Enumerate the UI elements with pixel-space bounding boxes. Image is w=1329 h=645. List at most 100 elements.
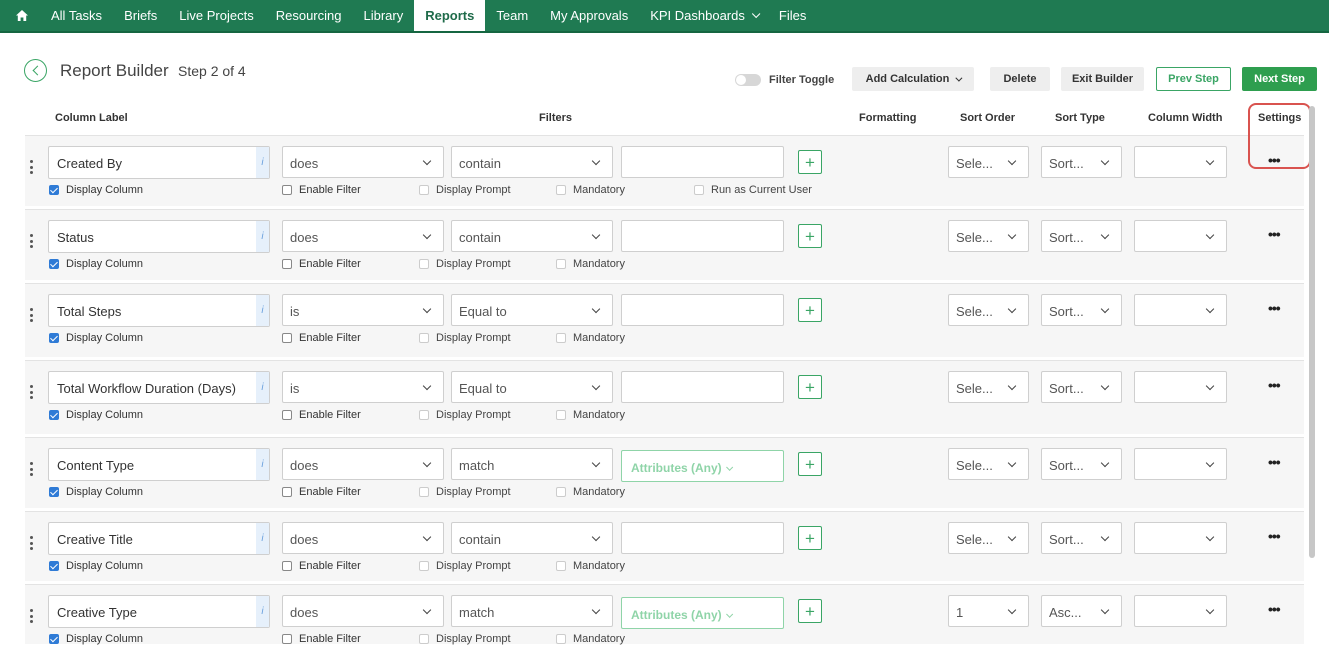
- sort-type-select[interactable]: Asc...: [1041, 595, 1122, 627]
- sort-type-select[interactable]: Sort...: [1041, 146, 1122, 178]
- next-step-button[interactable]: Next Step: [1242, 67, 1317, 91]
- sort-order-select[interactable]: 1: [948, 595, 1029, 627]
- column-width-select[interactable]: [1134, 522, 1227, 554]
- attributes-select[interactable]: Attributes (Any): [621, 450, 784, 482]
- display-prompt-checkbox[interactable]: Display Prompt: [419, 560, 511, 572]
- drag-handle-icon[interactable]: [29, 308, 33, 322]
- filter-value-input[interactable]: [621, 220, 784, 252]
- display-prompt-checkbox[interactable]: Display Prompt: [419, 633, 511, 645]
- drag-handle-icon[interactable]: [29, 609, 33, 623]
- info-icon[interactable]: i: [256, 147, 269, 178]
- column-label-input[interactable]: Creative Title i: [48, 522, 270, 555]
- add-filter-button[interactable]: +: [798, 452, 822, 476]
- filter-value-input[interactable]: [621, 294, 784, 326]
- mandatory-checkbox[interactable]: Mandatory: [556, 409, 625, 421]
- display-column-checkbox[interactable]: Display Column: [49, 633, 143, 645]
- mandatory-checkbox[interactable]: Mandatory: [556, 560, 625, 572]
- add-filter-button[interactable]: +: [798, 298, 822, 322]
- column-label-input[interactable]: Status i: [48, 220, 270, 253]
- row-settings-menu-icon[interactable]: •••: [1268, 528, 1281, 544]
- operator-select[interactable]: is: [282, 371, 444, 403]
- condition-select[interactable]: match: [451, 595, 613, 627]
- column-width-select[interactable]: [1134, 448, 1227, 480]
- nav-item-briefs[interactable]: Briefs: [113, 0, 168, 31]
- column-width-select[interactable]: [1134, 294, 1227, 326]
- prev-step-button[interactable]: Prev Step: [1156, 67, 1231, 91]
- nav-item-team[interactable]: Team: [485, 0, 539, 31]
- info-icon[interactable]: i: [256, 372, 269, 403]
- sort-order-select[interactable]: Sele...: [948, 371, 1029, 403]
- enable-filter-checkbox[interactable]: Enable Filter: [282, 409, 361, 421]
- display-column-checkbox[interactable]: Display Column: [49, 332, 143, 344]
- display-prompt-checkbox[interactable]: Display Prompt: [419, 409, 511, 421]
- add-filter-button[interactable]: +: [798, 150, 822, 174]
- add-filter-button[interactable]: +: [798, 375, 822, 399]
- sort-type-select[interactable]: Sort...: [1041, 371, 1122, 403]
- display-column-checkbox[interactable]: Display Column: [49, 258, 143, 270]
- drag-handle-icon[interactable]: [29, 385, 33, 399]
- filter-toggle-switch[interactable]: [735, 74, 761, 86]
- operator-select[interactable]: does: [282, 146, 444, 178]
- column-label-input[interactable]: Content Type i: [48, 448, 270, 481]
- display-column-checkbox[interactable]: Display Column: [49, 409, 143, 421]
- operator-select[interactable]: does: [282, 448, 444, 480]
- sort-type-select[interactable]: Sort...: [1041, 220, 1122, 252]
- condition-select[interactable]: contain: [451, 522, 613, 554]
- info-icon[interactable]: i: [256, 596, 269, 627]
- enable-filter-checkbox[interactable]: Enable Filter: [282, 184, 361, 196]
- add-filter-button[interactable]: +: [798, 224, 822, 248]
- column-width-select[interactable]: [1134, 220, 1227, 252]
- display-prompt-checkbox[interactable]: Display Prompt: [419, 258, 511, 270]
- drag-handle-icon[interactable]: [29, 160, 33, 174]
- info-icon[interactable]: i: [256, 221, 269, 252]
- column-label-input[interactable]: Creative Type i: [48, 595, 270, 628]
- condition-select[interactable]: Equal to: [451, 294, 613, 326]
- filter-value-input[interactable]: [621, 371, 784, 403]
- enable-filter-checkbox[interactable]: Enable Filter: [282, 633, 361, 645]
- run-as-current-user-checkbox[interactable]: Run as Current User: [694, 184, 812, 196]
- column-label-input[interactable]: Created By i: [48, 146, 270, 179]
- mandatory-checkbox[interactable]: Mandatory: [556, 633, 625, 645]
- enable-filter-checkbox[interactable]: Enable Filter: [282, 258, 361, 270]
- display-prompt-checkbox[interactable]: Display Prompt: [419, 332, 511, 344]
- sort-order-select[interactable]: Sele...: [948, 220, 1029, 252]
- add-filter-button[interactable]: +: [798, 599, 822, 623]
- attributes-select[interactable]: Attributes (Any): [621, 597, 784, 629]
- enable-filter-checkbox[interactable]: Enable Filter: [282, 332, 361, 344]
- row-settings-menu-icon[interactable]: •••: [1268, 226, 1281, 242]
- nav-item-library[interactable]: Library: [352, 0, 414, 31]
- nav-item-my-approvals[interactable]: My Approvals: [539, 0, 639, 31]
- operator-select[interactable]: does: [282, 522, 444, 554]
- sort-order-select[interactable]: Sele...: [948, 146, 1029, 178]
- filter-value-input[interactable]: [621, 146, 784, 178]
- enable-filter-checkbox[interactable]: Enable Filter: [282, 486, 361, 498]
- display-prompt-checkbox[interactable]: Display Prompt: [419, 184, 511, 196]
- mandatory-checkbox[interactable]: Mandatory: [556, 258, 625, 270]
- sort-type-select[interactable]: Sort...: [1041, 294, 1122, 326]
- operator-select[interactable]: is: [282, 294, 444, 326]
- display-column-checkbox[interactable]: Display Column: [49, 560, 143, 572]
- exit-builder-button[interactable]: Exit Builder: [1061, 67, 1144, 91]
- row-settings-menu-icon[interactable]: •••: [1268, 601, 1281, 617]
- drag-handle-icon[interactable]: [29, 462, 33, 476]
- condition-select[interactable]: Equal to: [451, 371, 613, 403]
- display-prompt-checkbox[interactable]: Display Prompt: [419, 486, 511, 498]
- column-width-select[interactable]: [1134, 595, 1227, 627]
- display-column-checkbox[interactable]: Display Column: [49, 184, 143, 196]
- sort-type-select[interactable]: Sort...: [1041, 448, 1122, 480]
- operator-select[interactable]: does: [282, 220, 444, 252]
- drag-handle-icon[interactable]: [29, 234, 33, 248]
- nav-item-reports[interactable]: Reports: [414, 0, 486, 31]
- info-icon[interactable]: i: [256, 449, 269, 480]
- operator-select[interactable]: does: [282, 595, 444, 627]
- nav-item-all-tasks[interactable]: All Tasks: [40, 0, 113, 31]
- mandatory-checkbox[interactable]: Mandatory: [556, 332, 625, 344]
- column-label-input[interactable]: Total Steps i: [48, 294, 270, 327]
- nav-item-kpi-dashboards[interactable]: KPI Dashboards: [639, 0, 768, 31]
- row-settings-menu-icon[interactable]: •••: [1268, 454, 1281, 470]
- column-label-input[interactable]: Total Workflow Duration (Days) i: [48, 371, 270, 404]
- condition-select[interactable]: contain: [451, 220, 613, 252]
- sort-order-select[interactable]: Sele...: [948, 448, 1029, 480]
- column-width-select[interactable]: [1134, 371, 1227, 403]
- add-filter-button[interactable]: +: [798, 526, 822, 550]
